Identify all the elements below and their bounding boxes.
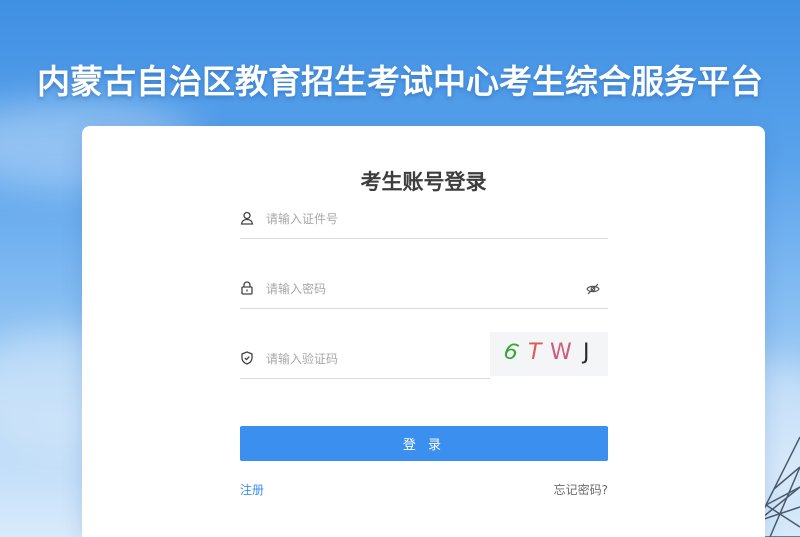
page-title: 内蒙古自治区教育招生考试中心考生综合服务平台 bbox=[37, 62, 763, 101]
captcha-field bbox=[240, 342, 490, 379]
forgot-password-link[interactable]: 忘记密码? bbox=[554, 481, 608, 498]
register-link[interactable]: 注册 bbox=[240, 481, 264, 498]
captcha-char: 6 bbox=[501, 338, 521, 367]
user-icon bbox=[240, 211, 254, 225]
id-number-input[interactable] bbox=[266, 208, 566, 230]
eye-off-icon[interactable] bbox=[586, 282, 600, 296]
lock-icon bbox=[241, 281, 253, 295]
captcha-char: W bbox=[550, 340, 572, 365]
shield-check-icon bbox=[241, 351, 253, 365]
login-button[interactable]: 登 录 bbox=[240, 426, 608, 461]
login-page: 内蒙古自治区教育招生考试中心考生综合服务平台 考生账号登录 请输入证件号 请输入… bbox=[0, 0, 800, 537]
login-heading: 考生账号登录 bbox=[360, 170, 487, 194]
captcha-image[interactable]: 6 T W J bbox=[490, 332, 608, 376]
captcha-input[interactable] bbox=[266, 348, 476, 370]
password-input[interactable] bbox=[266, 278, 566, 300]
id-number-field bbox=[240, 202, 608, 239]
captcha-char: J bbox=[583, 340, 590, 365]
captcha-char: T bbox=[528, 340, 542, 365]
password-field bbox=[240, 272, 608, 309]
login-card: 考生账号登录 请输入证件号 请输入验证码 6 T W J 登 录 注册 忘记密码… bbox=[82, 126, 765, 537]
